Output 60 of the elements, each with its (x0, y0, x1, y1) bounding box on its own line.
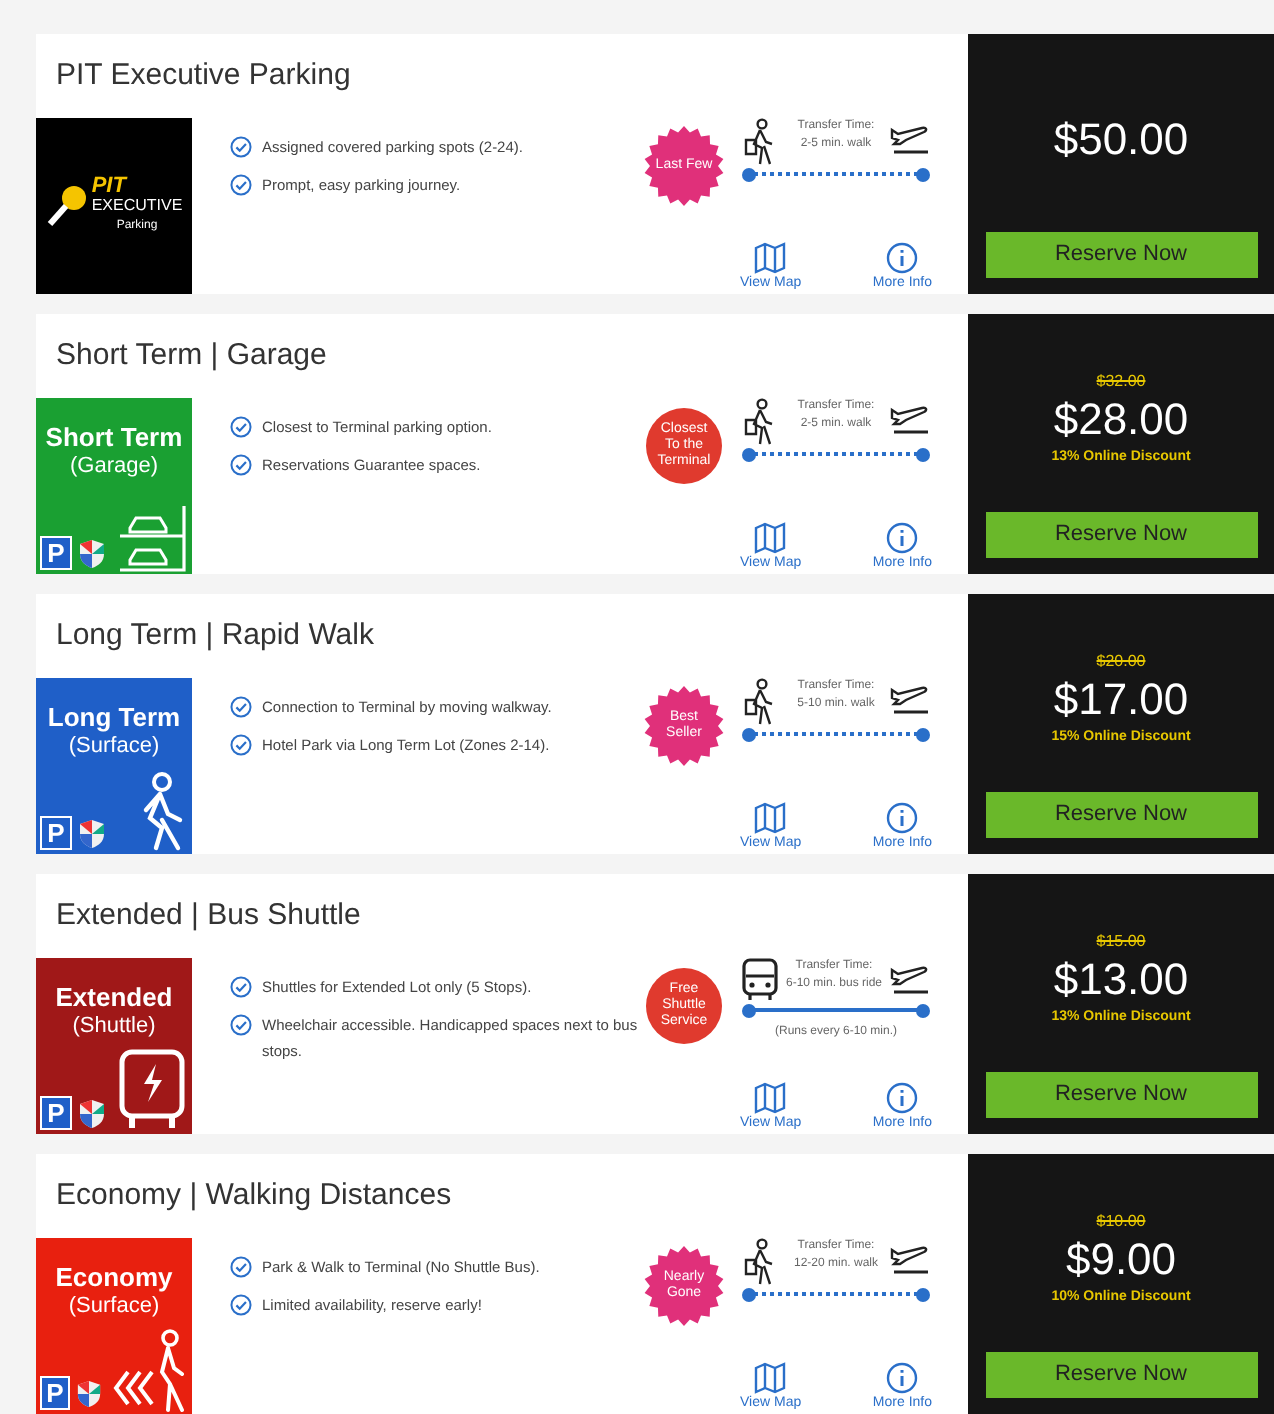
check-circle-icon (230, 416, 252, 438)
check-circle-icon (230, 734, 252, 756)
price: $13.00 (1053, 951, 1189, 1007)
check-circle-icon (230, 136, 252, 158)
shield-logo-icon (78, 1098, 106, 1130)
info-icon (886, 802, 919, 834)
walking-arrows-icon (108, 1328, 188, 1412)
map-icon (754, 1082, 787, 1114)
parking-sign: P (40, 1376, 70, 1410)
parking-sign: P (40, 536, 72, 570)
reserve-button[interactable]: Reserve Now (985, 512, 1257, 558)
check-circle-icon (230, 174, 252, 196)
logo-brand: PIT (91, 176, 130, 196)
info-icon (886, 242, 919, 274)
map-icon (754, 1362, 787, 1394)
check-circle-icon (230, 454, 252, 476)
price: $28.00 (1053, 391, 1189, 447)
original-price: $32.00 (1096, 371, 1146, 391)
check-circle-icon (230, 976, 252, 998)
tile-subtitle: (Surface) (66, 1292, 162, 1322)
price: $9.00 (1065, 1231, 1177, 1287)
reserve-button[interactable]: Reserve Now (985, 232, 1257, 278)
logo-title: EXECUTIVE (91, 196, 183, 216)
info-icon (886, 522, 919, 554)
parking-sign: P (40, 816, 72, 850)
tile-subtitle: (Shuttle) (70, 1012, 158, 1042)
price: $50.00 (1053, 111, 1189, 167)
check-circle-icon (230, 696, 252, 718)
lot-title: PIT Executive Parking (56, 58, 353, 94)
tile-title: Extended (53, 982, 175, 1012)
tile-title: Economy (53, 1262, 175, 1292)
original-price: $10.00 (1096, 1211, 1146, 1231)
info-icon (886, 1082, 919, 1114)
check-circle-icon (230, 1014, 252, 1036)
original-price: $20.00 (1096, 651, 1146, 671)
info-icon (886, 1362, 919, 1394)
electric-bus-icon (116, 1048, 188, 1132)
lot-title: Extended | Bus Shuttle (56, 898, 363, 934)
parking-sign: P (40, 1096, 72, 1130)
map-icon (754, 242, 787, 274)
reserve-button[interactable]: Reserve Now (985, 1072, 1257, 1118)
map-icon (754, 522, 787, 554)
lot-title: Short Term | Garage (56, 338, 329, 374)
shield-logo-icon (78, 538, 106, 570)
bus-icon (740, 958, 780, 1002)
tile-title: Long Term (45, 702, 183, 732)
check-circle-icon (230, 1256, 252, 1278)
lot-title: Long Term | Rapid Walk (56, 618, 376, 654)
tile-title: Short Term (43, 422, 185, 452)
shield-logo-icon (78, 818, 106, 850)
original-price: $15.00 (1096, 931, 1146, 951)
lot-title: Economy | Walking Distances (56, 1178, 454, 1214)
reserve-button[interactable]: Reserve Now (985, 1352, 1257, 1398)
tile-subtitle: (Surface) (66, 732, 162, 762)
reserve-button[interactable]: Reserve Now (985, 792, 1257, 838)
tile-subtitle: (Garage) (67, 452, 161, 482)
price: $17.00 (1053, 671, 1189, 727)
check-circle-icon (230, 1294, 252, 1316)
shield-logo-icon (76, 1378, 102, 1410)
map-icon (754, 802, 787, 834)
